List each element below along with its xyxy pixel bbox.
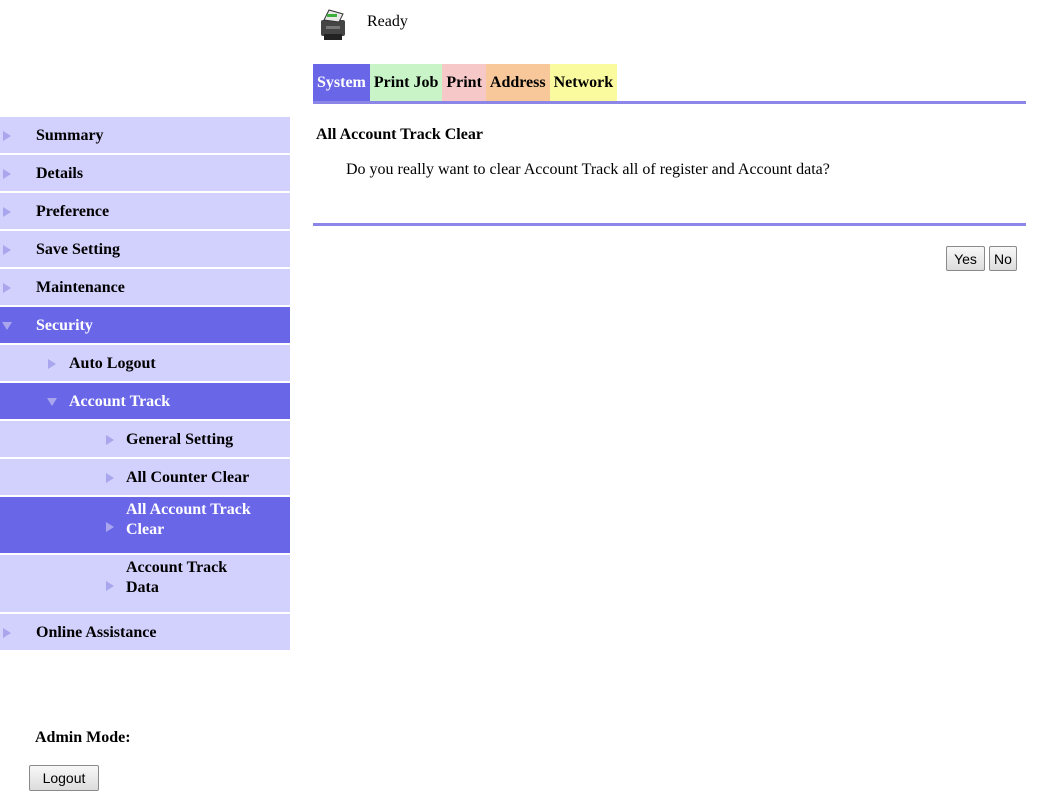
status-text: Ready	[367, 13, 408, 30]
sidebar-item-auto-logout[interactable]: Auto Logout	[0, 345, 290, 383]
chevron-right-icon	[3, 207, 11, 217]
main-tabs: System Print Job Print Address Network	[313, 64, 618, 101]
logout-button[interactable]: Logout	[29, 765, 99, 791]
tab-system[interactable]: System	[313, 64, 370, 101]
sidebar: Summary Details Preference Save Setting …	[0, 117, 290, 652]
chevron-down-icon	[47, 398, 57, 406]
admin-mode-label: Admin Mode:	[35, 729, 131, 746]
sidebar-item-account-track[interactable]: Account Track	[0, 383, 290, 421]
chevron-right-icon	[106, 581, 114, 591]
sidebar-item-label: Clear	[126, 521, 165, 538]
tab-divider	[313, 101, 1026, 104]
tab-print[interactable]: Print	[442, 64, 486, 101]
tab-address[interactable]: Address	[485, 64, 550, 101]
sidebar-item-summary[interactable]: Summary	[0, 117, 290, 155]
tab-network[interactable]: Network	[549, 64, 618, 101]
sidebar-item-all-counter-clear[interactable]: All Counter Clear	[0, 459, 290, 497]
sidebar-item-label: General Setting	[126, 431, 234, 448]
chevron-down-icon	[2, 322, 12, 330]
chevron-right-icon	[48, 359, 56, 369]
sidebar-item-label: Security	[36, 317, 93, 334]
content-divider	[313, 223, 1026, 226]
chevron-right-icon	[3, 628, 11, 638]
chevron-right-icon	[106, 522, 114, 532]
sidebar-item-details[interactable]: Details	[0, 155, 290, 193]
no-button[interactable]: No	[989, 246, 1017, 271]
sidebar-item-label: Account Track	[126, 559, 228, 576]
confirm-message: Do you really want to clear Account Trac…	[346, 161, 830, 178]
chevron-right-icon	[106, 473, 114, 483]
chevron-right-icon	[3, 283, 11, 293]
sidebar-item-label: Online Assistance	[36, 624, 157, 641]
chevron-right-icon	[3, 169, 11, 179]
sidebar-item-all-account-track-clear[interactable]: All Account Track Clear	[0, 497, 290, 555]
sidebar-item-label: All Account Track	[126, 501, 251, 518]
sidebar-item-account-track-data[interactable]: Account Track Data	[0, 555, 290, 614]
tab-print-job[interactable]: Print Job	[369, 64, 443, 101]
sidebar-item-online-assistance[interactable]: Online Assistance	[0, 614, 290, 652]
sidebar-item-label: Save Setting	[36, 241, 120, 258]
printer-icon	[321, 9, 345, 40]
sidebar-item-preference[interactable]: Preference	[0, 193, 290, 231]
sidebar-item-maintenance[interactable]: Maintenance	[0, 269, 290, 307]
sidebar-item-label: Summary	[36, 127, 104, 144]
page-title: All Account Track Clear	[316, 126, 483, 143]
sidebar-item-label: Maintenance	[36, 279, 125, 296]
sidebar-item-label: Details	[36, 165, 84, 182]
yes-button[interactable]: Yes	[946, 246, 985, 271]
sidebar-item-security[interactable]: Security	[0, 307, 290, 345]
sidebar-item-general-setting[interactable]: General Setting	[0, 421, 290, 459]
sidebar-item-label: All Counter Clear	[126, 469, 250, 486]
sidebar-item-label: Preference	[36, 203, 110, 220]
sidebar-item-label: Auto Logout	[69, 355, 156, 372]
chevron-right-icon	[3, 245, 11, 255]
sidebar-item-label: Data	[126, 579, 159, 596]
sidebar-item-label: Account Track	[69, 393, 171, 410]
chevron-right-icon	[106, 435, 114, 445]
sidebar-item-save-setting[interactable]: Save Setting	[0, 231, 290, 269]
chevron-right-icon	[3, 131, 11, 141]
